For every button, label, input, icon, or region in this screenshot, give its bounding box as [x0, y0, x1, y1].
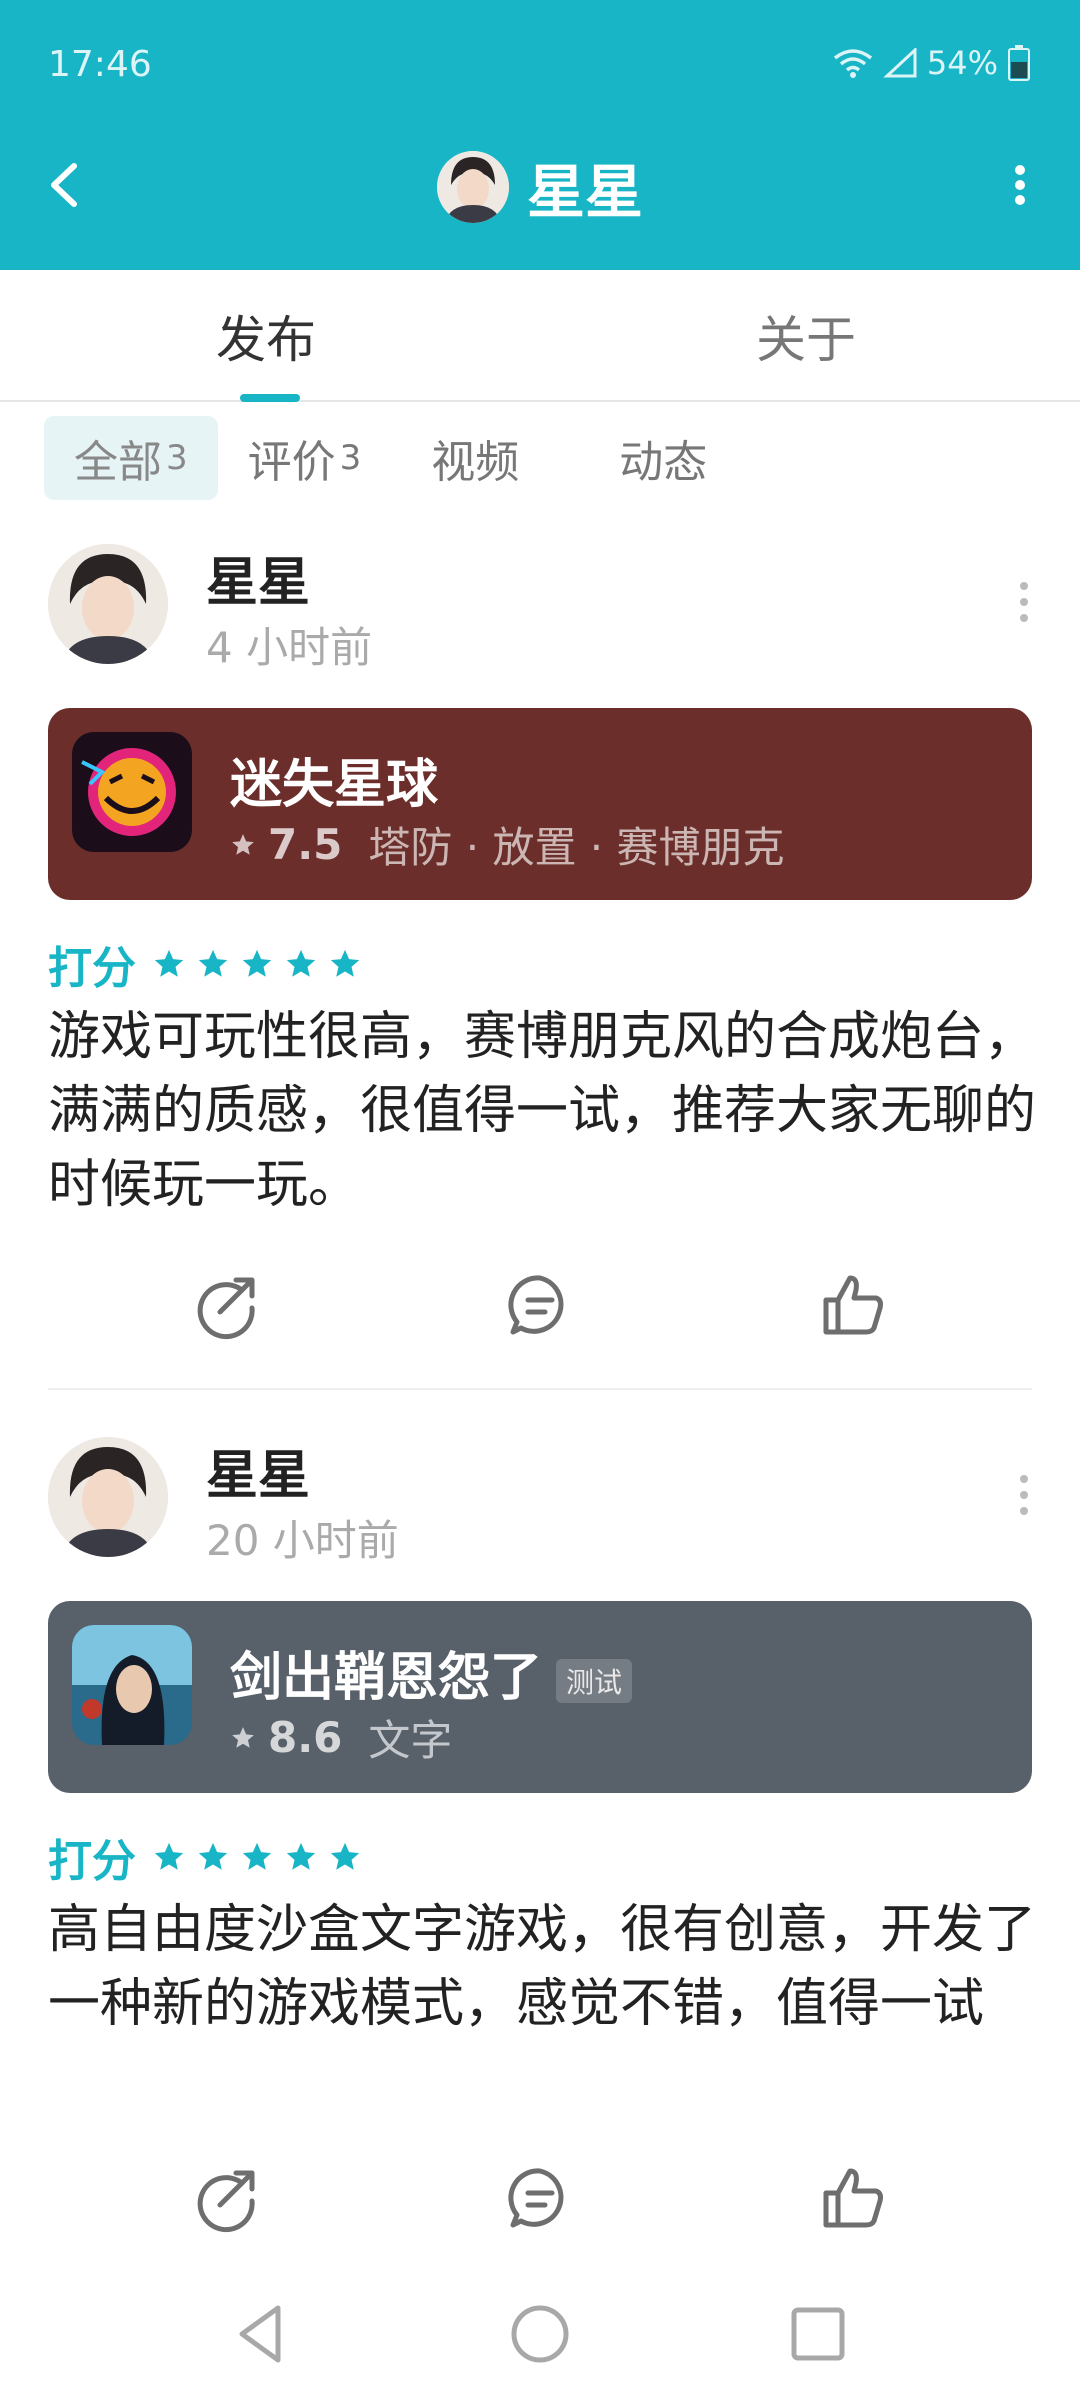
- post-time: 4 小时前: [206, 623, 373, 672]
- filter-label: 动态: [619, 437, 708, 488]
- comment-icon[interactable]: [505, 1270, 575, 1340]
- tab-about[interactable]: 关于: [756, 300, 856, 372]
- like-icon[interactable]: [818, 1270, 888, 1340]
- filter-bar: 全部 3 评价 3 视频 动态: [44, 416, 737, 500]
- filter-moments[interactable]: 动态: [549, 416, 737, 500]
- game-name: 迷失星球: [230, 755, 439, 815]
- profile-title: 星星: [0, 145, 1080, 229]
- more-icon[interactable]: [990, 150, 1050, 220]
- post-actions: [0, 1270, 1080, 1360]
- review-text[interactable]: 游戏可玩性很高，赛博朋克风的合成炮台，满满的质感，很值得一试，推荐大家无聊的时候…: [48, 1000, 1038, 1222]
- game-score: 7.5: [268, 820, 343, 869]
- star-icon: [154, 949, 184, 977]
- game-icon: [72, 732, 192, 852]
- rating-row: 打分: [48, 1825, 362, 1889]
- active-tab-indicator: [240, 394, 300, 402]
- star-icon: [198, 1842, 228, 1870]
- page-title: 星星: [526, 158, 643, 226]
- game-title: 剑出鞘恩怨了: [230, 1648, 543, 1708]
- share-icon[interactable]: [192, 1270, 262, 1340]
- test-badge: 测试: [556, 1659, 633, 1703]
- profile-tabs: 发布 关于: [0, 270, 1080, 402]
- star-icon: [330, 1842, 360, 1870]
- wifi-icon: [833, 49, 872, 78]
- filter-label: 全部: [74, 437, 162, 488]
- nav-recents-icon[interactable]: [782, 2298, 854, 2370]
- battery-icon: [1008, 45, 1030, 81]
- filter-count: 3: [339, 438, 362, 478]
- game-card[interactable]: 剑出鞘恩怨了 测试 8.6 文字: [48, 1601, 1032, 1793]
- avatar: [436, 151, 509, 223]
- star-icon: [232, 833, 254, 855]
- filter-label: 评价: [247, 437, 336, 488]
- game-tags: 塔防 · 放置 · 赛博朋克: [368, 823, 785, 872]
- nav-back-icon[interactable]: [226, 2298, 298, 2370]
- star-icon: [154, 1842, 184, 1870]
- star-icon: [232, 1726, 254, 1748]
- post-more-icon[interactable]: [1004, 1465, 1044, 1525]
- rating-label: 打分: [48, 943, 136, 994]
- avatar[interactable]: [48, 1437, 168, 1557]
- tab-publish[interactable]: 发布: [216, 300, 316, 372]
- filter-count: 3: [166, 438, 188, 478]
- rating-label: 打分: [48, 1836, 136, 1887]
- game-name: 剑出鞘恩怨了 测试: [230, 1635, 633, 1710]
- avatar[interactable]: [48, 544, 168, 664]
- like-icon[interactable]: [818, 2163, 888, 2233]
- status-time: 17:46: [48, 44, 152, 85]
- status-icons: 54%: [833, 44, 1030, 82]
- game-meta: 8.6 文字: [230, 1707, 452, 1768]
- filter-videos[interactable]: 视频: [391, 416, 549, 500]
- game-tags: 文字: [368, 1716, 453, 1765]
- post-actions: [0, 2163, 1080, 2253]
- star-icon: [242, 949, 272, 977]
- filter-reviews[interactable]: 评价 3: [218, 416, 392, 500]
- filter-label: 视频: [431, 437, 520, 488]
- share-icon[interactable]: [192, 2163, 262, 2233]
- nav-home-icon[interactable]: [504, 2298, 576, 2370]
- game-score: 8.6: [268, 1713, 343, 1762]
- game-icon: [72, 1625, 192, 1745]
- author-name[interactable]: 星星: [206, 540, 310, 615]
- rating-row: 打分: [48, 932, 362, 996]
- game-card[interactable]: 迷失星球 7.5 塔防 · 放置 · 赛博朋克: [48, 708, 1032, 900]
- post-more-icon[interactable]: [1004, 572, 1044, 632]
- battery-percent: 54%: [926, 44, 998, 82]
- star-icon: [286, 1842, 316, 1870]
- filter-all[interactable]: 全部 3: [44, 416, 218, 500]
- system-nav-bar: [0, 2270, 1080, 2400]
- star-icon: [198, 949, 228, 977]
- star-icon: [330, 949, 360, 977]
- comment-icon[interactable]: [505, 2163, 575, 2233]
- signal-icon: [883, 48, 917, 78]
- app-header: 17:46 54% 星星: [0, 0, 1080, 270]
- game-meta: 7.5 塔防 · 放置 · 赛博朋克: [230, 814, 785, 875]
- post-divider: [48, 1388, 1032, 1390]
- star-icon: [286, 949, 316, 977]
- star-icon: [242, 1842, 272, 1870]
- author-name[interactable]: 星星: [206, 1433, 310, 1508]
- review-text[interactable]: 高自由度沙盒文字游戏，很有创意，开发了一种新的游戏模式，感觉不错，值得一试: [48, 1893, 1038, 2041]
- post-time: 20 小时前: [206, 1516, 399, 1565]
